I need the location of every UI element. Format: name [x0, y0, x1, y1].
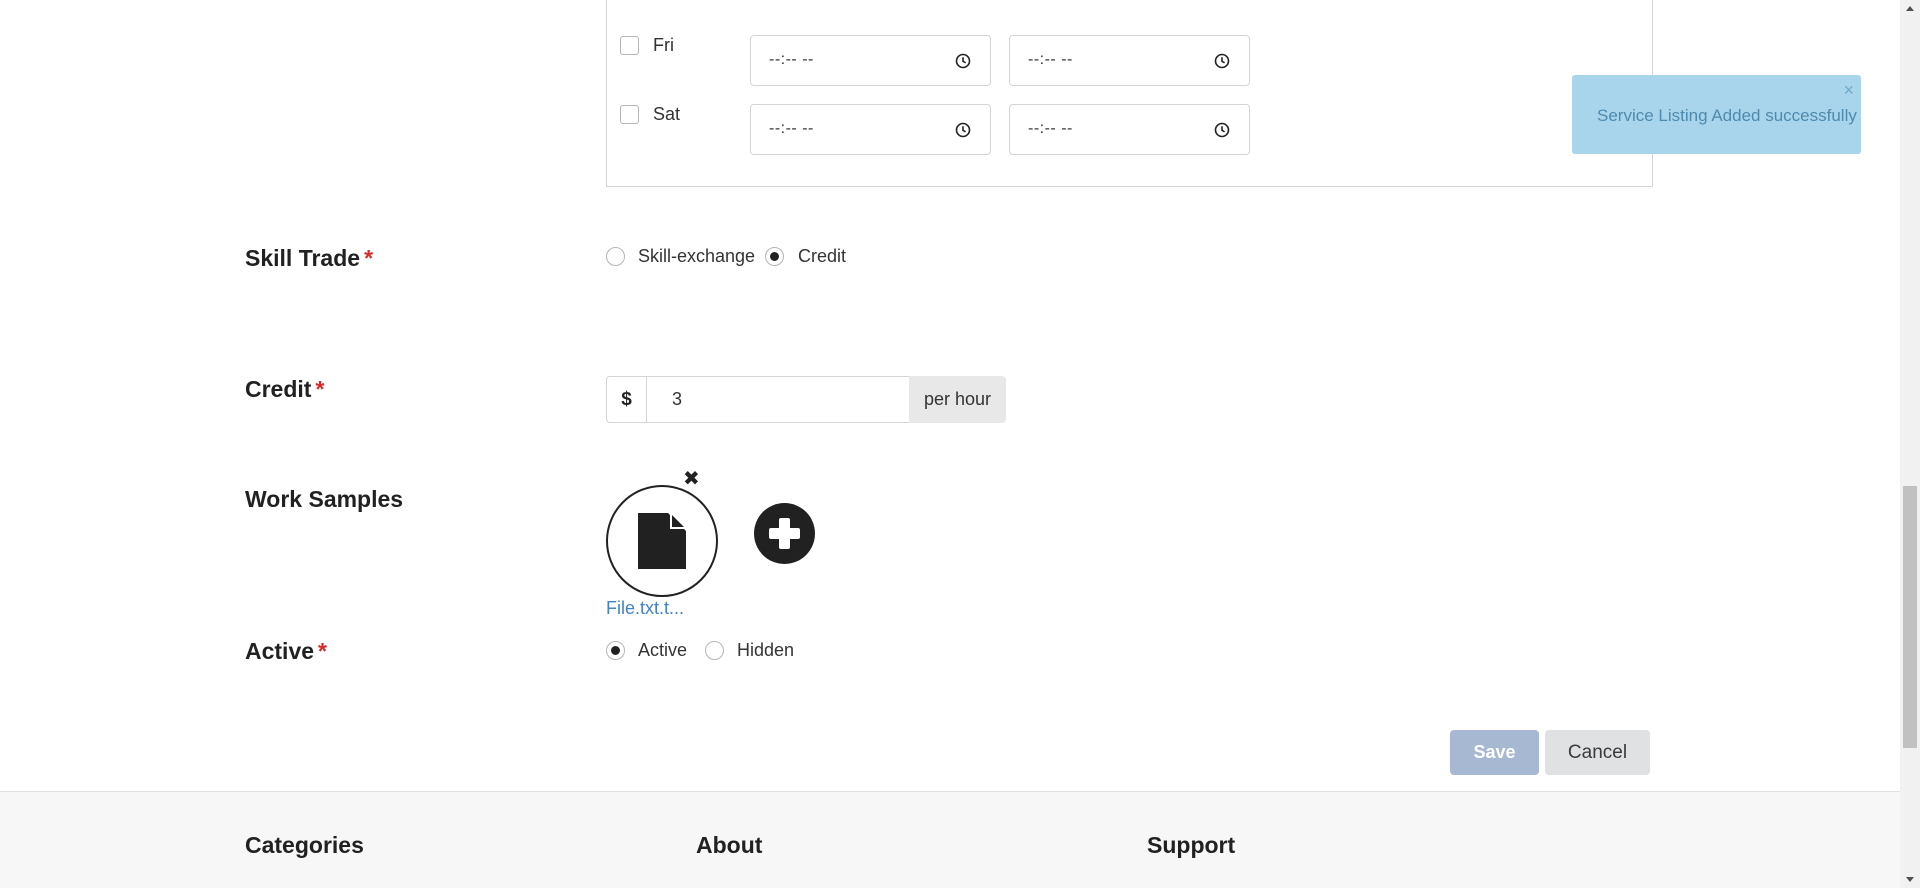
time-input-fri-end[interactable]: --:-- -- [1009, 35, 1250, 86]
time-value: --:-- -- [769, 120, 814, 137]
currency-prefix: $ [606, 376, 647, 423]
radio-label-hidden[interactable]: Hidden [737, 640, 794, 661]
radio-skill-exchange[interactable] [606, 247, 625, 266]
field-label-text: Credit [245, 376, 312, 402]
time-input-fri-start[interactable]: --:-- -- [750, 35, 991, 86]
field-label-text: Active [245, 638, 315, 664]
cancel-button[interactable]: Cancel [1545, 730, 1650, 775]
success-toast: × Service Listing Added successfully [1572, 75, 1861, 154]
radio-label-active[interactable]: Active [638, 640, 687, 661]
day-label-fri: Fri [653, 35, 674, 55]
site-footer: Categories About Support [0, 791, 1900, 888]
credit-label: Credit * [245, 376, 324, 403]
save-button[interactable]: Save [1450, 730, 1539, 775]
radio-active[interactable] [606, 641, 625, 660]
page-scrollbar[interactable] [1900, 0, 1920, 888]
page-viewport: Fri --:-- -- --:-- -- Sat --:-- -- --:--… [0, 0, 1920, 888]
remove-file-icon[interactable]: ✖ [683, 466, 700, 491]
credit-input-group: $ 3 per hour [606, 376, 1006, 423]
required-marker: * [364, 245, 374, 271]
credit-amount-input[interactable]: 3 [646, 376, 916, 423]
required-marker: * [315, 376, 325, 402]
clock-icon[interactable] [955, 53, 971, 69]
toast-message: Service Listing Added successfully [1597, 106, 1857, 125]
radio-label-skill-exchange[interactable]: Skill-exchange [638, 246, 755, 267]
time-value: --:-- -- [1028, 51, 1073, 68]
scroll-up-arrow-icon[interactable] [1900, 0, 1920, 17]
time-input-sat-end[interactable]: --:-- -- [1009, 104, 1250, 155]
file-name-link[interactable]: File.txt.t... [606, 598, 684, 619]
work-sample-thumbnail[interactable] [606, 485, 718, 597]
clock-icon[interactable] [955, 122, 971, 138]
plus-icon [769, 518, 800, 549]
clock-icon[interactable] [1214, 53, 1230, 69]
field-label-text: Skill Trade [245, 245, 361, 271]
field-label-text: Work Samples [245, 486, 404, 512]
add-sample-button[interactable] [754, 503, 815, 564]
required-marker: * [318, 638, 327, 664]
time-value: --:-- -- [1028, 120, 1073, 137]
footer-heading-about: About [696, 832, 763, 858]
skill-trade-label: Skill Trade * [245, 245, 373, 272]
active-label: Active * [245, 638, 327, 665]
day-checkbox-fri[interactable] [620, 36, 639, 55]
time-value: --:-- -- [769, 51, 814, 68]
scroll-down-arrow-icon[interactable] [1900, 871, 1920, 888]
scrollbar-thumb[interactable] [1903, 486, 1917, 748]
day-label-sat: Sat [653, 104, 681, 124]
availability-box: Fri --:-- -- --:-- -- Sat --:-- -- --:--… [606, 0, 1653, 187]
file-icon [638, 513, 686, 569]
clock-icon[interactable] [1214, 122, 1230, 138]
footer-heading-categories: Categories [245, 832, 364, 858]
day-checkbox-sat[interactable] [620, 105, 639, 124]
close-icon[interactable]: × [1843, 80, 1854, 101]
radio-label-credit[interactable]: Credit [798, 246, 846, 267]
radio-credit[interactable] [765, 247, 784, 266]
time-input-sat-start[interactable]: --:-- -- [750, 104, 991, 155]
radio-hidden[interactable] [705, 641, 724, 660]
footer-heading-support: Support [1147, 832, 1236, 858]
work-samples-label: Work Samples [245, 486, 403, 513]
rate-suffix: per hour [909, 376, 1006, 423]
